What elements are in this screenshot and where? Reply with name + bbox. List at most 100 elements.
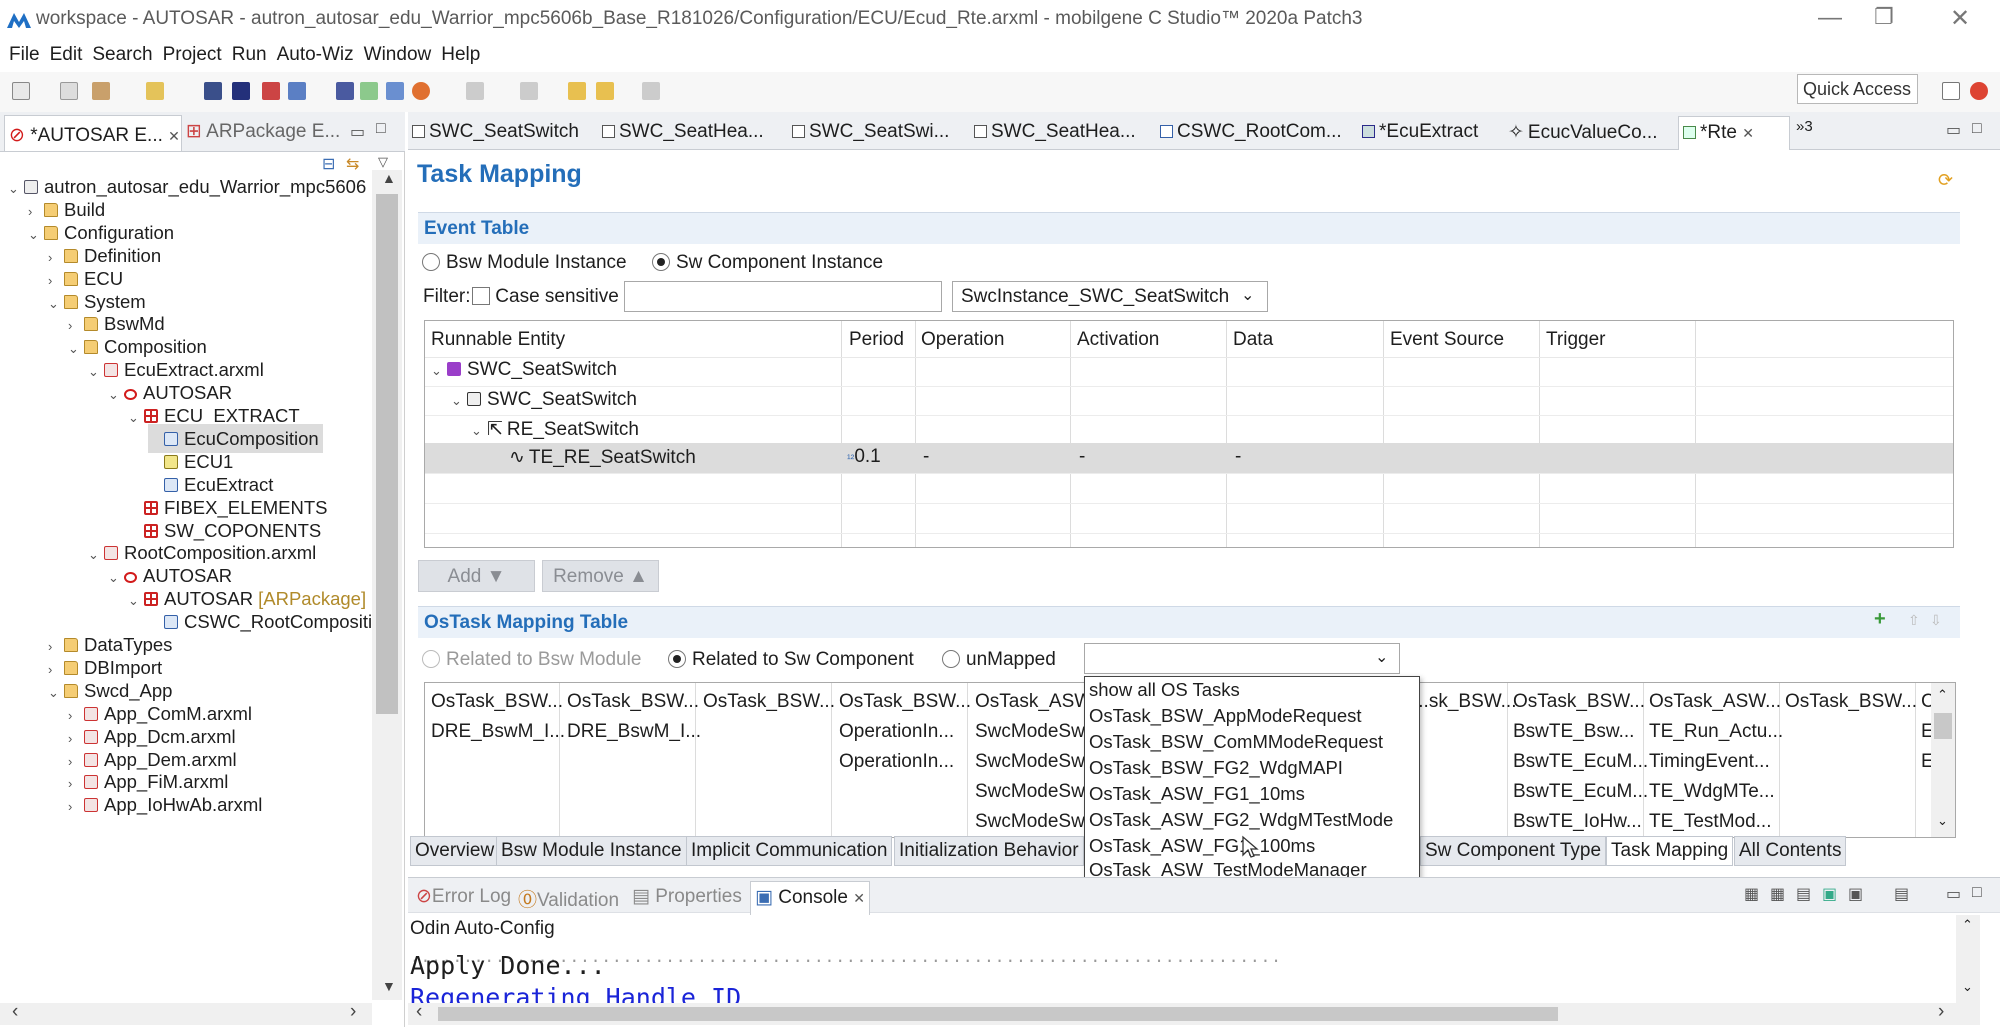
checkbox[interactable] [472, 287, 490, 305]
maximize-console-icon[interactable]: □ [1972, 884, 1982, 902]
radio-button-selected[interactable] [652, 253, 670, 271]
chevron-down-icon[interactable]: ⌄ [108, 563, 124, 592]
annotation-icon[interactable] [520, 82, 538, 100]
remove-button[interactable]: Remove ▲ [542, 560, 659, 592]
minimize-icon[interactable]: — [1818, 4, 1842, 32]
dropdown-option[interactable]: OsTask_ASW_FG2_WdgMTestMode [1089, 809, 1393, 831]
menu-search[interactable]: Search [92, 38, 152, 72]
table-cell[interactable]: SwcModeSw... [975, 811, 1100, 833]
tab-cswc-rootcom[interactable]: CSWC_RootCom... [1160, 121, 1342, 149]
forward-icon[interactable] [596, 82, 614, 100]
collapse-all-icon[interactable]: ⊟ [322, 154, 335, 174]
scroll-up-icon[interactable]: ⌃ [1937, 687, 1948, 703]
col-activation[interactable]: Activation [1077, 329, 1159, 351]
dropdown-option[interactable]: OsTask_ASW_FG1_100ms [1089, 835, 1315, 857]
unmapped-radio[interactable]: unMapped [942, 649, 1056, 671]
tab-error-log[interactable]: ⊘Error Log [416, 885, 511, 908]
link-editor-icon[interactable]: ⇆ [346, 154, 359, 174]
save-icon[interactable] [60, 82, 78, 100]
table-cell[interactable]: BswTE_IoHw... [1513, 811, 1642, 833]
menu-edit[interactable]: Edit [50, 38, 83, 72]
sw-component-instance-radio[interactable]: Sw Component Instance [652, 252, 883, 274]
tab-initialization-behavior[interactable]: Initialization Behavior [894, 836, 1084, 866]
related-bsw-radio[interactable]: Related to Bsw Module [422, 649, 641, 671]
add-button[interactable]: Add ▼ [418, 560, 535, 592]
tab-swc-seathea-2[interactable]: SWC_SeatHea... [974, 121, 1136, 149]
tab-task-mapping[interactable]: Task Mapping [1606, 836, 1734, 866]
console-vertical-scrollbar[interactable]: ⌃ ⌄ [1956, 915, 1980, 1005]
tree-vertical-scrollbar[interactable]: ▲ ▼ [372, 170, 402, 1000]
radio-button[interactable] [422, 253, 440, 271]
timing-event-cell[interactable]: ∿ TE_RE_SeatSwitch [509, 446, 696, 469]
chart-icon[interactable] [288, 82, 306, 100]
move-up-icon[interactable]: ⇧ [1908, 612, 1920, 629]
chevron-down-icon[interactable]: ⌄ [1375, 647, 1388, 667]
ostask-col-9[interactable]: OsTask_BSW... [1785, 691, 1917, 713]
menu-help[interactable]: Help [441, 38, 480, 72]
nav-icon[interactable] [466, 82, 484, 100]
tool-icon[interactable] [386, 82, 404, 100]
new-icon[interactable] [12, 82, 30, 100]
close-tab-icon[interactable]: ✕ [1742, 125, 1754, 141]
tab-overview[interactable]: Overview [410, 836, 500, 866]
chevron-down-icon[interactable]: ⌄ [128, 403, 144, 432]
table-cell[interactable]: OperationIn... [839, 721, 954, 743]
dropdown-option[interactable]: show all OS Tasks [1089, 679, 1240, 701]
col-period[interactable]: Period [849, 329, 904, 351]
back-icon[interactable] [568, 82, 586, 100]
table-row[interactable]: ⌄ SWC_SeatSwitch [431, 359, 617, 381]
chevron-down-icon[interactable]: ⌄ [8, 174, 24, 203]
menu-run[interactable]: Run [232, 38, 267, 72]
minimize-console-icon[interactable]: ▭ [1946, 884, 1961, 904]
refresh-icon[interactable]: ⟳ [1938, 170, 1953, 191]
menu-project[interactable]: Project [163, 38, 222, 72]
table-cell[interactable]: TE_WdgMTe... [1649, 781, 1775, 803]
maximize-view-icon[interactable]: □ [376, 120, 386, 138]
tab-swc-seatswi[interactable]: SWC_SeatSwi... [792, 121, 949, 149]
chevron-down-icon[interactable]: ⌄ [48, 678, 64, 707]
scroll-up-icon[interactable]: ▲ [382, 170, 396, 186]
debug-icon[interactable] [412, 82, 430, 100]
chevron-down-icon[interactable]: ⌄ [48, 289, 64, 318]
info-icon[interactable] [232, 82, 250, 100]
tab-validation[interactable]: ⓪Validation [518, 885, 619, 912]
tab-implicit-communication[interactable]: Implicit Communication [686, 836, 893, 866]
tree-horizontal-scrollbar[interactable]: ‹ › [0, 1001, 372, 1025]
table-cell[interactable]: BswTE_EcuM... [1513, 751, 1648, 773]
tab-arpackage-explorer[interactable]: ⊞ ARPackage E... [186, 120, 340, 148]
chevron-down-icon[interactable]: ⌄ [1241, 285, 1254, 305]
scroll-down-icon[interactable]: ⌄ [1962, 979, 1973, 995]
period-cell[interactable]: ¹²0.1 [847, 446, 881, 468]
ostask-col-7[interactable]: OsTask_BSW... [1513, 691, 1645, 713]
clear-console-icon[interactable]: ▦ [1744, 884, 1759, 904]
col-trigger[interactable]: Trigger [1546, 329, 1605, 351]
pin-console-icon[interactable]: ▣ [1822, 884, 1837, 904]
tree-item[interactable]: › App_IoHwAb.arxml [68, 790, 262, 819]
open-console-icon[interactable]: ▤ [1894, 884, 1909, 904]
table-cell[interactable]: OperationIn... [839, 751, 954, 773]
dropdown-option[interactable]: OsTask_BSW_FG2_WdgMAPI [1089, 757, 1343, 779]
chevron-down-icon[interactable]: ⌄ [68, 334, 84, 363]
chevron-down-icon[interactable]: ⌄ [88, 540, 104, 569]
chevron-down-icon[interactable]: ⌄ [28, 220, 44, 249]
close-icon[interactable]: ✕ [1950, 4, 1970, 33]
menu-auto-wiz[interactable]: Auto-Wiz [277, 38, 354, 72]
ostask-col-3[interactable]: OsTask_BSW... [703, 691, 835, 713]
dropdown-option[interactable]: OsTask_ASW_FG1_10ms [1089, 783, 1305, 805]
menu-file[interactable]: File [9, 38, 40, 72]
dropdown-option[interactable]: OsTask_BSW_AppModeRequest [1089, 705, 1362, 727]
filter-input[interactable] [624, 281, 942, 312]
related-swc-radio[interactable]: Related to Sw Component [668, 649, 914, 671]
table-cell[interactable]: SwcModeSw... [975, 721, 1100, 743]
table-cell[interactable]: DRE_BswM_I... [431, 721, 565, 743]
table-cell[interactable]: TE_Run_Actu... [1649, 721, 1783, 743]
close-tab-icon[interactable]: ✕ [168, 128, 180, 144]
scroll-thumb[interactable] [1934, 713, 1952, 739]
chevron-down-icon[interactable]: ⌄ [108, 380, 124, 409]
maximize-editor-icon[interactable]: □ [1972, 120, 1982, 138]
tab-sw-component-type[interactable]: Sw Component Type [1420, 836, 1607, 866]
ostask-col-1[interactable]: OsTask_BSW... [431, 691, 563, 713]
move-down-icon[interactable]: ⇩ [1930, 612, 1942, 629]
word-wrap-icon[interactable]: ▤ [1796, 884, 1811, 904]
window-icon[interactable] [360, 82, 378, 100]
